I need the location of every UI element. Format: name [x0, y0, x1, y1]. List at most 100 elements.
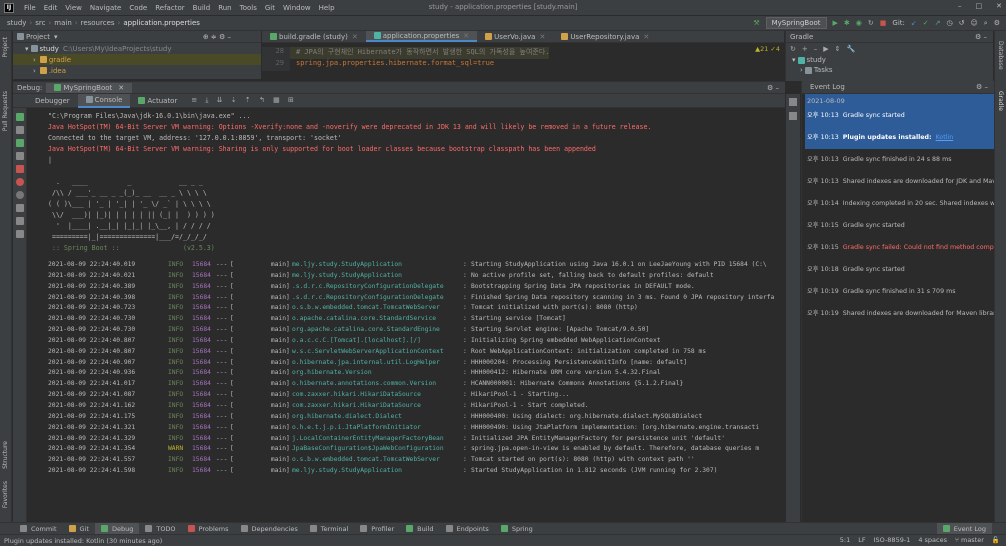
- run-icon[interactable]: ▶: [833, 19, 838, 27]
- tab-problems[interactable]: Problems: [182, 523, 235, 535]
- wrench-icon[interactable]: 🔧: [847, 45, 856, 53]
- tab-event-log[interactable]: Event Log: [936, 522, 992, 535]
- rerun-icon[interactable]: [15, 113, 24, 121]
- git-update-icon[interactable]: ↙: [911, 19, 917, 27]
- event-item[interactable]: 오후 10:13 Shared indexes are downloaded fo…: [805, 171, 994, 193]
- event-item[interactable]: 오후 10:15 Gradle sync started: [805, 215, 994, 237]
- editor-tab[interactable]: UserVo.java ✕: [477, 31, 553, 42]
- event-item[interactable]: 오후 10:13 Plugin updates installed: Kotlin: [805, 127, 994, 149]
- profile-icon[interactable]: ↻: [868, 19, 874, 27]
- file-encoding[interactable]: ISO-8859-1: [874, 536, 911, 544]
- debug-icon[interactable]: ✱: [844, 19, 850, 27]
- git-commit-icon[interactable]: ✓: [923, 19, 929, 27]
- event-item[interactable]: 오후 10:13 Gradle sync started: [805, 105, 994, 127]
- menu-item-help[interactable]: Help: [315, 4, 339, 12]
- mute-breakpoints-icon[interactable]: [15, 191, 24, 199]
- breadcrumb-item[interactable]: study: [4, 19, 29, 27]
- tab-gradle-vertical[interactable]: Gradle: [997, 91, 1004, 111]
- build-hammer-icon[interactable]: ⚒: [753, 19, 759, 27]
- menu-item-edit[interactable]: Edit: [40, 4, 62, 12]
- project-panel-actions[interactable]: ⊕ ≑ ⚙ –: [203, 33, 231, 41]
- indent-setting[interactable]: 4 spaces: [918, 536, 947, 544]
- lock-icon[interactable]: 🔓: [992, 536, 1000, 544]
- event-log-actions[interactable]: ⚙ –: [976, 83, 988, 91]
- menu-item-file[interactable]: File: [20, 4, 40, 12]
- tab-git[interactable]: Git: [63, 523, 95, 535]
- tab-database-vertical[interactable]: Database: [997, 41, 1004, 70]
- menu-item-refactor[interactable]: Refactor: [151, 4, 188, 12]
- event-item[interactable]: 오후 10:18 Gradle sync started: [805, 259, 994, 281]
- debug-config-tab[interactable]: MySpringBoot ✕: [46, 82, 133, 93]
- view-breakpoints-icon[interactable]: [15, 178, 24, 186]
- modify-config-icon[interactable]: [15, 126, 24, 134]
- tab-todo[interactable]: TODO: [139, 523, 181, 535]
- project-panel-title[interactable]: Project: [26, 33, 50, 41]
- event-link[interactable]: Kotlin: [936, 134, 954, 141]
- breadcrumb-item[interactable]: application.properties: [120, 19, 203, 27]
- close-icon[interactable]: ✕: [643, 33, 649, 41]
- run-config-selector[interactable]: MySpringBoot: [765, 17, 827, 29]
- tab-terminal[interactable]: Terminal: [304, 523, 354, 535]
- status-message[interactable]: Plugin updates installed: Kotlin (30 min…: [0, 537, 162, 545]
- minimize-icon[interactable]: –: [958, 2, 962, 10]
- tab-pull-requests-vertical[interactable]: Pull Requests: [2, 91, 9, 131]
- event-item[interactable]: 오후 10:19 Shared indexes are downloaded fo…: [805, 303, 994, 325]
- tab-profiler[interactable]: Profiler: [354, 523, 400, 535]
- event-item[interactable]: 오후 10:19 Gradle sync finished in 31 s 709…: [805, 281, 994, 303]
- history-icon[interactable]: ◷: [947, 19, 953, 27]
- coverage-icon[interactable]: ◉: [856, 19, 862, 27]
- git-branch[interactable]: ⑂ master: [955, 536, 984, 544]
- maximize-icon[interactable]: □: [976, 2, 983, 10]
- camera-icon[interactable]: [15, 204, 24, 212]
- add-icon[interactable]: +: [802, 45, 808, 53]
- tab-actuator[interactable]: Actuator: [130, 94, 185, 108]
- gradle-tree-tasks[interactable]: › Tasks: [786, 65, 993, 75]
- menu-item-code[interactable]: Code: [125, 4, 151, 12]
- tree-item-idea[interactable]: › .idea: [13, 65, 261, 76]
- breadcrumb-item[interactable]: resources: [78, 19, 118, 27]
- run-task-icon[interactable]: ▶: [823, 45, 828, 53]
- console-output[interactable]: "C:\Program Files\Java\jdk-16.0.1\bin\ja…: [28, 108, 785, 522]
- settings-icon[interactable]: [15, 217, 24, 225]
- gradle-tree-root[interactable]: ▾ study: [786, 55, 993, 65]
- stop-icon[interactable]: ■: [880, 19, 887, 27]
- editor-tab[interactable]: application.properties ✕: [365, 31, 478, 42]
- debug-panel-actions[interactable]: ⚙ –: [767, 84, 779, 92]
- event-item[interactable]: 오후 10:15 Gradle sync failed: Could not fi…: [805, 237, 994, 259]
- tree-item-root[interactable]: ▾ study C:\Users\My\IdeaProjects\study: [13, 43, 261, 54]
- chevron-down-icon[interactable]: ▾: [54, 33, 58, 41]
- trash-icon[interactable]: [789, 112, 797, 120]
- line-separator[interactable]: LF: [858, 536, 865, 544]
- editor-tab[interactable]: UserRepository.java ✕: [553, 31, 657, 42]
- editor-tab[interactable]: build.gradle (study) ✕: [262, 31, 366, 42]
- tab-favorites-vertical[interactable]: Favorites: [2, 481, 9, 508]
- menu-item-build[interactable]: Build: [189, 4, 215, 12]
- tab-debugger[interactable]: Debugger: [27, 94, 78, 108]
- git-push-icon[interactable]: ↗: [935, 19, 941, 27]
- expand-icon[interactable]: ⇕: [835, 45, 841, 53]
- breadcrumb-item[interactable]: src: [32, 19, 48, 27]
- stop-icon[interactable]: [15, 165, 24, 173]
- inspection-summary[interactable]: ▲21 ✓4: [755, 45, 780, 53]
- tab-project-vertical[interactable]: Project: [2, 37, 9, 58]
- search-icon[interactable]: ⌕: [984, 19, 988, 28]
- event-item[interactable]: 오후 10:14 Indexing completed in 20 sec. Sh…: [805, 193, 994, 215]
- refresh-icon[interactable]: ↻: [790, 45, 796, 53]
- tab-commit[interactable]: Commit: [14, 523, 63, 535]
- close-icon[interactable]: ✕: [463, 32, 469, 40]
- step-actions[interactable]: ≡ ⤓ ⇊ ⇣ ⇡ ↰ ▦ ⊞: [191, 96, 296, 105]
- caret-position[interactable]: 5:1: [840, 536, 850, 544]
- menu-item-run[interactable]: Run: [214, 4, 235, 12]
- menu-item-view[interactable]: View: [61, 4, 86, 12]
- menu-item-window[interactable]: Window: [279, 4, 315, 12]
- tab-structure-vertical[interactable]: Structure: [2, 441, 9, 469]
- pause-icon[interactable]: [15, 152, 24, 160]
- tab-spring[interactable]: Spring: [495, 523, 539, 535]
- menu-item-git[interactable]: Git: [261, 4, 279, 12]
- rollback-icon[interactable]: ↺: [959, 19, 965, 27]
- editor-content[interactable]: 28 # JPA의 구현체인 Hibernate가 동작하면서 발생한 SQL의 …: [262, 43, 784, 71]
- pin-icon[interactable]: [15, 230, 24, 238]
- event-item[interactable]: 오후 10:13 Gradle sync finished in 24 s 88 …: [805, 149, 994, 171]
- close-icon[interactable]: ✕: [996, 2, 1002, 10]
- minus-icon[interactable]: –: [814, 45, 818, 53]
